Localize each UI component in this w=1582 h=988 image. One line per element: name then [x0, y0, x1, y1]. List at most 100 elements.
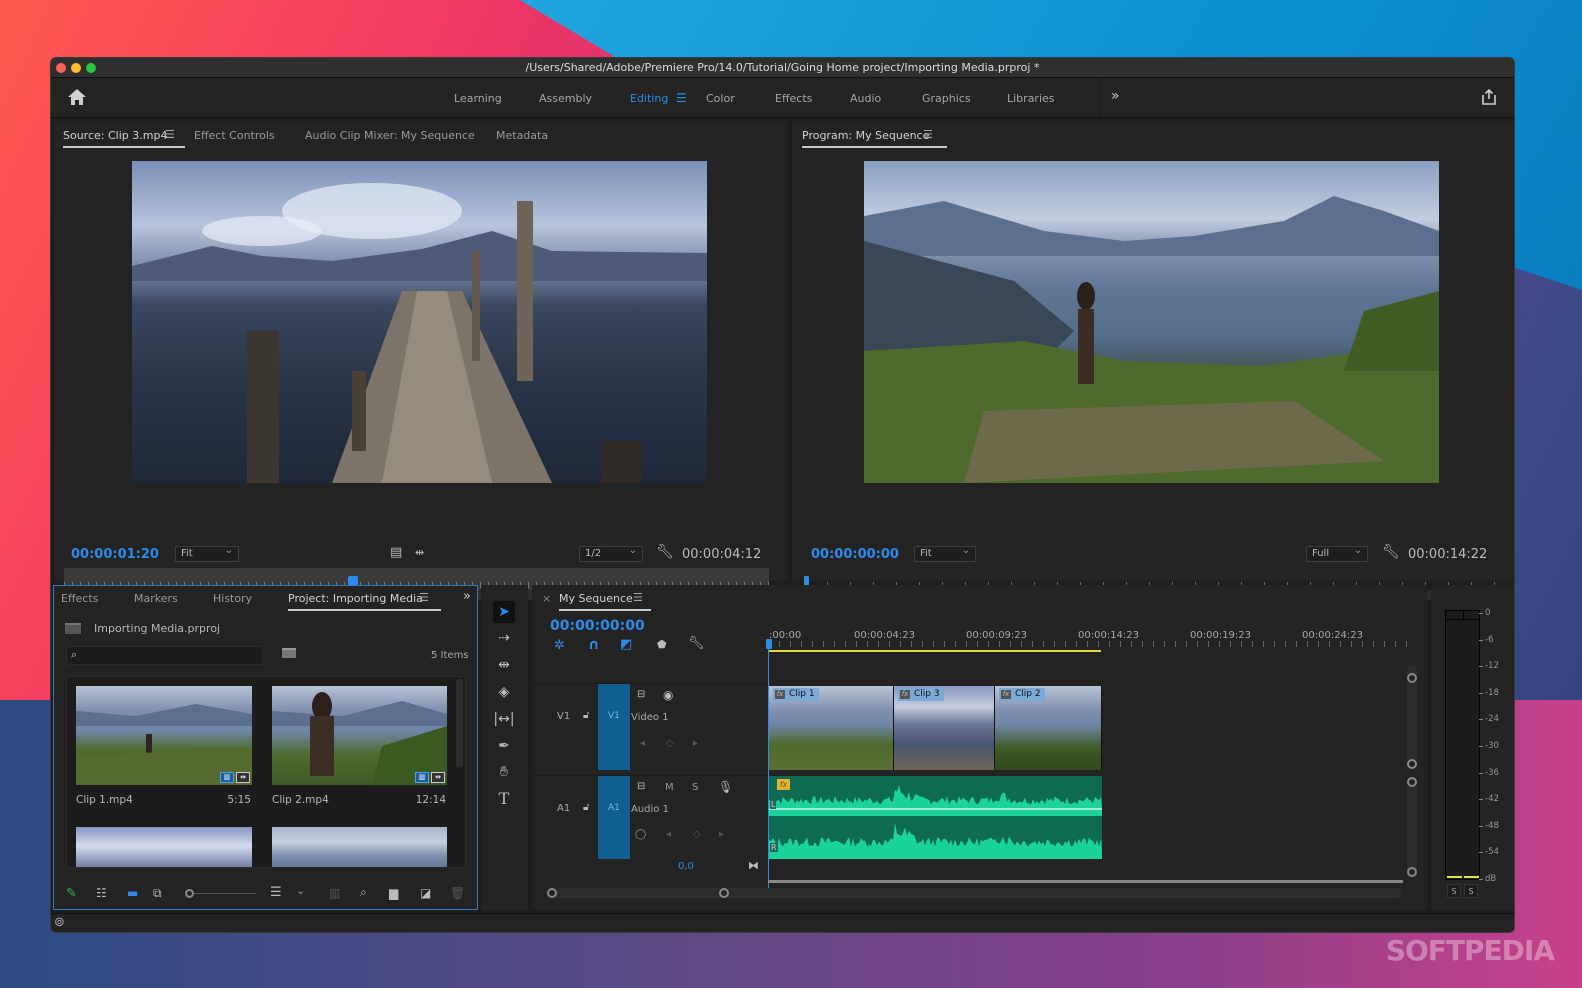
- track-source-a1[interactable]: A1: [557, 803, 570, 814]
- sort-icon[interactable]: ☰: [270, 885, 282, 900]
- wrench-icon[interactable]: 🔧︎: [656, 544, 674, 560]
- timeline-settings-icon[interactable]: 🔧︎: [688, 636, 705, 651]
- sync-lock-icon[interactable]: ⊟: [637, 781, 645, 792]
- timeline-video-clip[interactable]: fx Clip 1: [769, 686, 894, 770]
- scroll-handle-right[interactable]: [719, 888, 729, 898]
- clip-thumbnail[interactable]: ▥ ⇹: [272, 686, 447, 785]
- add-marker-icon[interactable]: ⬟: [657, 638, 667, 651]
- creative-cloud-icon[interactable]: ⊚: [54, 915, 65, 930]
- timeline-ruler[interactable]: [766, 623, 1408, 659]
- pen-tool-icon[interactable]: ✒: [493, 735, 515, 757]
- search-field[interactable]: [85, 647, 260, 664]
- scroll-handle-left[interactable]: [547, 888, 557, 898]
- tab-program[interactable]: Program: My Sequence: [802, 129, 948, 148]
- next-keyframe-icon[interactable]: ▸: [693, 738, 698, 749]
- timeline-horizontal-scrollbar[interactable]: [547, 888, 1402, 898]
- add-keyframe-icon[interactable]: ◇: [693, 829, 701, 840]
- razor-tool-icon[interactable]: ◈: [493, 681, 515, 703]
- workspace-tab-editing[interactable]: Editing: [630, 92, 668, 105]
- zoom-slider-handle[interactable]: [185, 889, 194, 898]
- tab-history[interactable]: History: [213, 592, 252, 605]
- nest-toggle-icon[interactable]: ✲: [554, 638, 565, 653]
- find-bin-icon[interactable]: [282, 648, 296, 658]
- workspace-tab-color[interactable]: Color: [706, 92, 735, 105]
- hand-tool-icon[interactable]: ✋︎: [493, 761, 515, 783]
- slip-tool-icon[interactable]: |↔|: [493, 708, 515, 730]
- sequence-timecode[interactable]: 00:00:00:00: [550, 618, 645, 634]
- scroll-handle-bottom[interactable]: [1407, 867, 1417, 877]
- tab-source[interactable]: Source: Clip 3.mp4: [63, 129, 186, 148]
- ripple-edit-tool-icon[interactable]: ⇹: [493, 654, 515, 676]
- drag-video-only-icon[interactable]: ▤: [390, 545, 402, 560]
- automate-to-sequence-icon[interactable]: ▥: [329, 886, 340, 900]
- tab-sequence[interactable]: My Sequence: [559, 592, 651, 611]
- workspace-tab-assembly[interactable]: Assembly: [539, 92, 592, 105]
- timeline-audio-clip[interactable]: fx L R: [769, 776, 1102, 859]
- audio-tracks-scrollbar[interactable]: [1407, 777, 1417, 877]
- pencil-icon[interactable]: ✎: [66, 886, 77, 901]
- mute-button[interactable]: M: [665, 782, 674, 793]
- close-window-button[interactable]: [56, 63, 66, 73]
- clip-thumbnail[interactable]: [272, 827, 447, 867]
- tab-metadata[interactable]: Metadata: [496, 129, 548, 142]
- find-icon[interactable]: ⌕: [360, 885, 367, 900]
- track-target-v1[interactable]: V1: [598, 684, 630, 770]
- sort-dropdown-icon[interactable]: ⌄: [296, 884, 305, 897]
- prev-keyframe-icon[interactable]: ◂: [666, 829, 671, 840]
- project-search-input[interactable]: ⌕: [66, 646, 263, 665]
- program-zoom-select[interactable]: Fit: [914, 544, 976, 562]
- freeform-view-icon[interactable]: ⧉: [153, 886, 162, 901]
- snap-icon[interactable]: ∩: [588, 637, 599, 653]
- tab-audio-clip-mixer[interactable]: Audio Clip Mixer: My Sequence: [305, 129, 475, 142]
- lock-icon[interactable]: 🔓︎: [583, 802, 589, 813]
- tab-effects[interactable]: Effects: [61, 592, 98, 605]
- add-keyframe-icon[interactable]: ◇: [666, 738, 674, 749]
- video-tracks-scrollbar[interactable]: [1407, 665, 1417, 769]
- workspace-tab-effects[interactable]: Effects: [775, 92, 812, 105]
- zoom-slider-track[interactable]: [194, 893, 256, 894]
- more-panels-icon[interactable]: »: [463, 589, 471, 604]
- master-volume-value[interactable]: 0,0: [678, 861, 694, 872]
- microphone-icon[interactable]: 🎙︎: [718, 780, 733, 794]
- home-icon[interactable]: [67, 88, 89, 108]
- new-item-icon[interactable]: ◪: [420, 886, 431, 900]
- type-tool-icon[interactable]: T: [493, 788, 515, 810]
- zoom-window-button[interactable]: [86, 63, 96, 73]
- selection-tool-icon[interactable]: ➤: [493, 601, 515, 623]
- source-resolution-select[interactable]: 1/2: [579, 544, 643, 562]
- solo-right-button[interactable]: S: [1464, 884, 1478, 898]
- wrench-icon[interactable]: 🔧︎: [1382, 544, 1400, 560]
- workspace-tab-audio[interactable]: Audio: [850, 92, 881, 105]
- grid-scrollbar[interactable]: [456, 679, 463, 767]
- trash-icon[interactable]: 🗑︎: [450, 886, 465, 900]
- drag-audio-only-icon[interactable]: ⇹: [415, 546, 424, 559]
- scroll-handle-bottom[interactable]: [1407, 759, 1417, 769]
- linked-selection-icon[interactable]: ◩: [620, 637, 632, 652]
- workspace-tab-learning[interactable]: Learning: [454, 92, 502, 105]
- source-timecode[interactable]: 00:00:01:20: [71, 547, 159, 562]
- minimize-window-button[interactable]: [71, 63, 81, 73]
- keyframe-type-icon[interactable]: ◯: [635, 829, 646, 840]
- timeline-video-clip[interactable]: fx Clip 2: [995, 686, 1102, 770]
- panel-menu-icon[interactable]: ☰: [419, 591, 429, 604]
- volume-rubber-band[interactable]: [769, 808, 1102, 810]
- work-area-bar[interactable]: [768, 650, 1101, 652]
- source-zoom-select[interactable]: Fit: [175, 544, 239, 562]
- solo-left-button[interactable]: S: [1447, 884, 1461, 898]
- tab-project[interactable]: Project: Importing Media: [288, 592, 441, 611]
- workspace-menu-icon[interactable]: ☰: [676, 91, 687, 105]
- solo-button[interactable]: S: [692, 782, 698, 793]
- close-tab-icon[interactable]: ×: [542, 592, 551, 605]
- workspace-tab-libraries[interactable]: Libraries: [1007, 92, 1055, 105]
- next-keyframe-icon[interactable]: ▸: [719, 829, 724, 840]
- scroll-handle-top[interactable]: [1407, 673, 1417, 683]
- icon-view-icon[interactable]: ▬: [127, 886, 138, 900]
- panel-menu-icon[interactable]: ☰: [633, 591, 643, 604]
- timeline-video-clip[interactable]: fx Clip 3: [894, 686, 995, 770]
- track-source-v1[interactable]: V1: [557, 711, 570, 722]
- tab-effect-controls[interactable]: Effect Controls: [194, 129, 275, 142]
- tab-markers[interactable]: Markers: [134, 592, 178, 605]
- program-timecode[interactable]: 00:00:00:00: [811, 547, 899, 562]
- list-view-icon[interactable]: ☷: [96, 886, 107, 900]
- track-select-tool-icon[interactable]: ⇢: [493, 627, 515, 649]
